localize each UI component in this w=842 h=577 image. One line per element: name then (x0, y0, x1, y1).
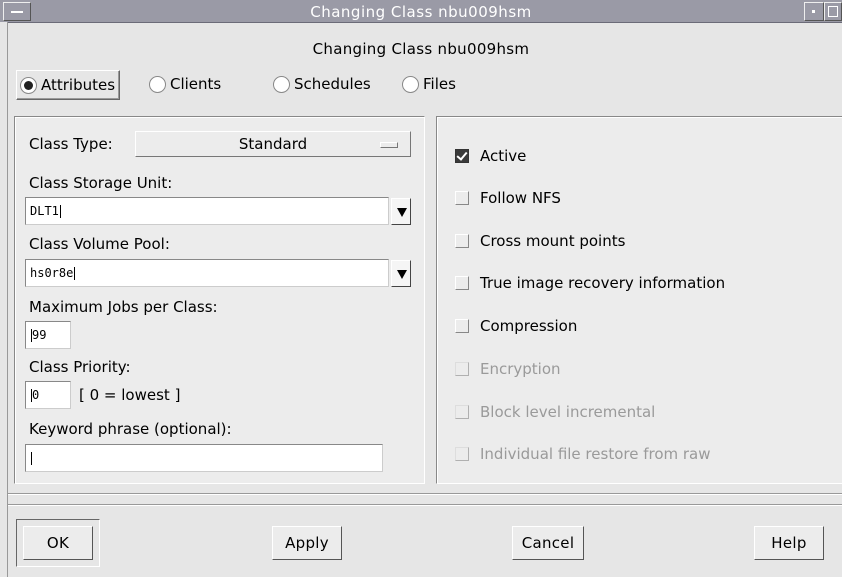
window-titlebar[interactable]: Changing Class nbu009hsm (0, 0, 842, 23)
checkbox-icon (455, 447, 469, 461)
help-button[interactable]: Help (754, 526, 824, 560)
separator (8, 504, 842, 506)
priority-field[interactable]: 0 (25, 381, 71, 409)
checkbox-icon (455, 191, 469, 205)
storage-unit-dropdown-button[interactable] (391, 198, 411, 225)
text-cursor (59, 205, 61, 218)
tab-files[interactable]: Files (399, 70, 456, 98)
tab-schedules[interactable]: Schedules (270, 70, 371, 98)
checkbox-label: Compression (480, 317, 578, 335)
radio-icon (402, 75, 419, 93)
tab-attributes[interactable]: Attributes (16, 70, 121, 100)
volume-pool-dropdown-button[interactable] (391, 260, 411, 287)
follow-nfs-checkbox[interactable]: Follow NFS (455, 189, 561, 207)
radio-icon (273, 75, 290, 93)
cross-mount-points-checkbox[interactable]: Cross mount points (455, 232, 625, 250)
true-image-recovery-checkbox[interactable]: True image recovery information (455, 274, 725, 292)
compression-checkbox[interactable]: Compression (455, 317, 577, 335)
class-type-menu[interactable]: Standard (135, 131, 411, 157)
checkbox-label: Follow NFS (480, 189, 561, 207)
checkbox-checked-icon (455, 149, 469, 163)
checkbox-icon (455, 276, 469, 290)
checkbox-icon (455, 234, 469, 248)
tab-label: Schedules (294, 75, 371, 93)
storage-unit-label: Class Storage Unit: (29, 174, 173, 192)
priority-label: Class Priority: (29, 358, 131, 376)
window-border (0, 22, 8, 577)
checkbox-icon (455, 405, 469, 419)
checkbox-label: Cross mount points (480, 232, 626, 250)
encryption-checkbox: Encryption (455, 360, 561, 378)
option-menu-indicator-icon (380, 142, 398, 148)
tab-label: Attributes (41, 76, 116, 94)
radio-icon (20, 76, 37, 94)
separator (8, 493, 842, 495)
storage-unit-field[interactable]: DLT1 (25, 197, 389, 225)
text-cursor (74, 267, 76, 280)
storage-unit-value: DLT1 (30, 204, 59, 218)
checkbox-label: Encryption (480, 360, 561, 378)
cancel-button[interactable]: Cancel (512, 526, 584, 560)
active-checkbox[interactable]: Active (455, 147, 526, 165)
volume-pool-label: Class Volume Pool: (29, 235, 170, 253)
dialog-title: Changing Class nbu009hsm (312, 40, 530, 58)
maximize-button[interactable] (824, 2, 842, 21)
tab-label: Clients (170, 75, 222, 93)
priority-hint: [ 0 = lowest ] (79, 386, 181, 404)
checkbox-label: Block level incremental (480, 403, 656, 421)
max-jobs-field[interactable]: 99 (25, 321, 71, 349)
text-cursor (31, 452, 32, 465)
class-options-panel: Active Follow NFS Cross mount points Tru… (436, 116, 842, 484)
individual-file-restore-checkbox: Individual file restore from raw (455, 445, 711, 463)
checkbox-label: Individual file restore from raw (480, 445, 711, 463)
class-settings-panel: Class Type: Standard Class Storage Unit:… (14, 116, 425, 484)
checkbox-label: True image recovery information (480, 274, 726, 292)
tab-label: Files (423, 75, 456, 93)
window-title: Changing Class nbu009hsm (310, 3, 532, 21)
apply-button[interactable]: Apply (272, 526, 342, 560)
ok-button[interactable]: OK (23, 526, 93, 560)
priority-value: 0 (32, 388, 40, 402)
tab-clients[interactable]: Clients (146, 70, 221, 98)
class-type-label: Class Type: (29, 135, 113, 153)
class-type-value: Standard (238, 135, 308, 153)
checkbox-icon (455, 362, 469, 376)
keyword-label: Keyword phrase (optional): (29, 420, 232, 438)
checkbox-icon (455, 319, 469, 333)
block-level-incremental-checkbox: Block level incremental (455, 403, 655, 421)
checkbox-label: Active (480, 147, 527, 165)
volume-pool-value: hs0r8e (30, 266, 74, 280)
minimize-button[interactable] (804, 2, 824, 21)
radio-icon (149, 75, 166, 93)
max-jobs-value: 99 (32, 328, 47, 342)
max-jobs-label: Maximum Jobs per Class: (29, 298, 218, 316)
keyword-field[interactable] (25, 444, 383, 472)
volume-pool-field[interactable]: hs0r8e (25, 259, 389, 287)
